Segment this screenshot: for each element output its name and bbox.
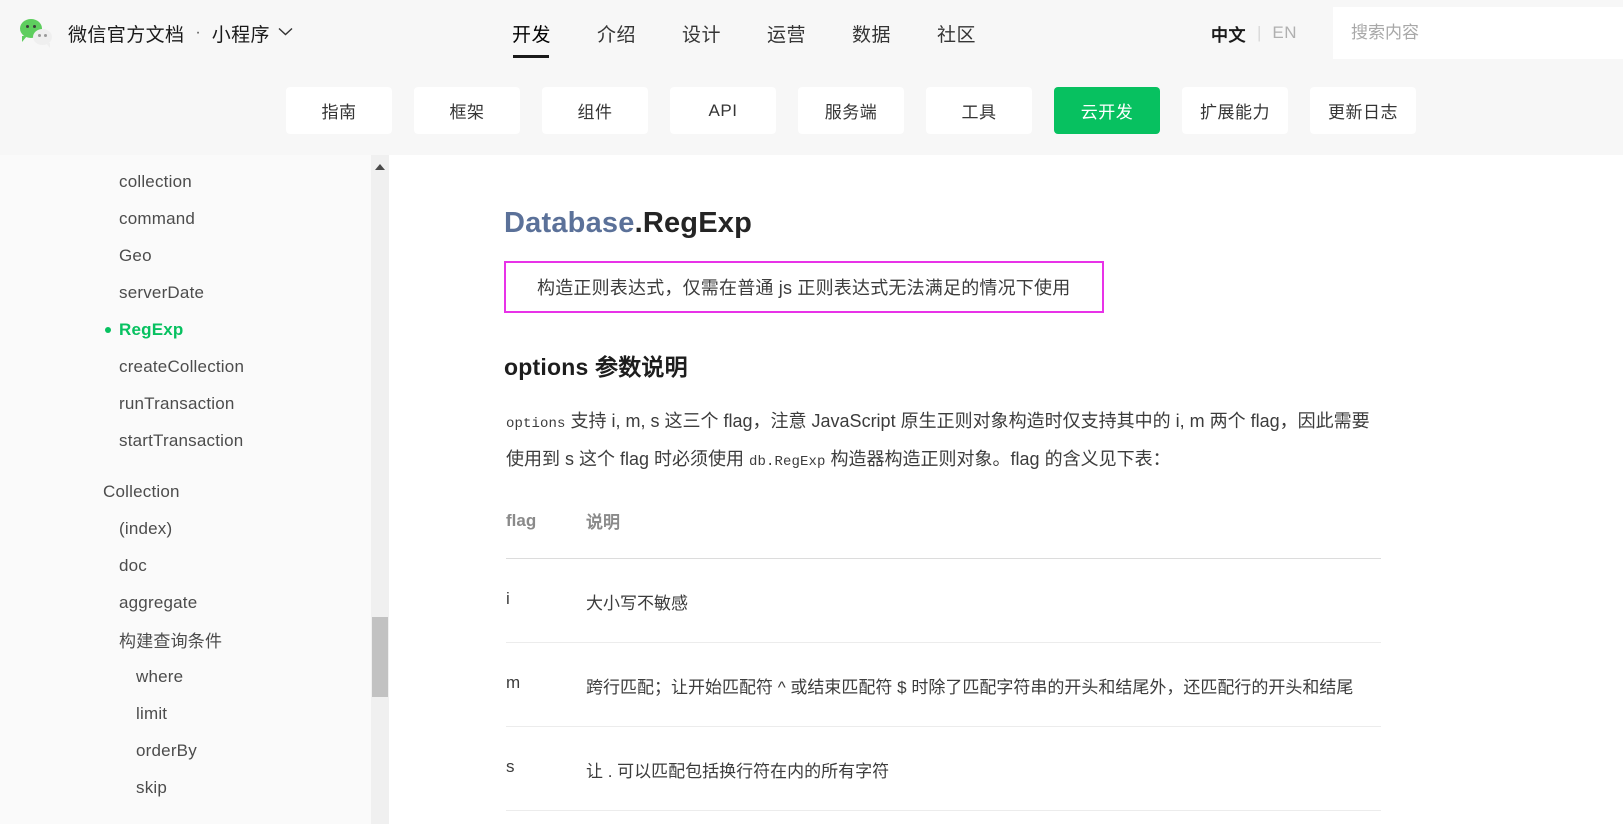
- sidebar-item-3[interactable]: serverDate: [0, 274, 389, 311]
- chevron-down-icon[interactable]: [278, 27, 293, 36]
- page-title-namespace: Database: [504, 207, 635, 239]
- main-content: Database.RegExp 构造正则表达式，仅需在普通 js 正则表达式无法…: [389, 155, 1623, 824]
- sidebar-item-label: command: [119, 208, 196, 228]
- nav-item-1[interactable]: 介绍: [574, 0, 659, 66]
- nav-item-4[interactable]: 数据: [829, 0, 914, 66]
- top-header: 微信官方文档 · 小程序 开发 介绍 设计 运营 数据 社区 中文 | EN: [0, 0, 1623, 66]
- sidebar-item-label: startTransaction: [119, 430, 244, 450]
- sidebar-item-label: RegExp: [119, 319, 184, 339]
- sidebar-item-12[interactable]: 构建查询条件: [0, 621, 389, 658]
- flags-table: flag 说明 i 大小写不敏感 m 跨行匹配；让开始匹配符 ^ 或结束匹配符 $ 时…: [506, 508, 1381, 811]
- secondary-nav: 指南 框架 组件 API 服务端 工具 云开发 扩展能力 更新日志: [0, 66, 1623, 155]
- sidebar-item-10[interactable]: doc: [0, 547, 389, 584]
- highlight-text: 构造正则表达式，仅需在普通 js 正则表达式无法满足的情况下使用: [537, 278, 1071, 298]
- table-row: i 大小写不敏感: [506, 558, 1381, 643]
- sidebar-item-5[interactable]: createCollection: [0, 348, 389, 385]
- brand-separator: ·: [195, 24, 201, 41]
- brand-subtitle[interactable]: 小程序: [212, 20, 270, 47]
- sidebar-item-label: createCollection: [119, 356, 245, 376]
- sidebar-item-label: collection: [119, 171, 192, 191]
- highlight-box: 构造正则表达式，仅需在普通 js 正则表达式无法满足的情况下使用: [504, 261, 1104, 313]
- sidebar-item-label: orderBy: [136, 740, 197, 760]
- sidebar-item-7[interactable]: startTransaction: [0, 422, 389, 459]
- sidebar-scrollbar[interactable]: [371, 155, 389, 824]
- sidebar-item-label: limit: [136, 703, 168, 723]
- search-box[interactable]: [1333, 7, 1623, 59]
- sidebar-item-8[interactable]: Collection: [0, 473, 389, 510]
- subnav-item-2[interactable]: 组件: [542, 87, 648, 134]
- sidebar-item-label: 构建查询条件: [119, 632, 223, 651]
- sidebar-item-0[interactable]: collection: [0, 163, 389, 200]
- section-paragraph: options 支持 i, m, s 这三个 flag，注意 JavaScrip…: [506, 404, 1386, 480]
- table-header-flag: flag: [506, 508, 586, 559]
- sidebar-item-label: serverDate: [119, 282, 205, 302]
- sidebar-item-label: aggregate: [119, 592, 198, 612]
- sidebar-item-11[interactable]: aggregate: [0, 584, 389, 621]
- wechat-logo-icon: [20, 18, 60, 48]
- sidebar-item-label: Geo: [119, 245, 152, 265]
- table-header-row: flag 说明: [506, 508, 1381, 559]
- lang-cn[interactable]: 中文: [1211, 21, 1246, 46]
- sidebar-item-label: runTransaction: [119, 393, 235, 413]
- sidebar-active-bullet-icon: [105, 326, 111, 333]
- sidebar-item-15[interactable]: orderBy: [0, 732, 389, 769]
- inline-code-options: options: [506, 416, 566, 432]
- inline-code-db-regexp: db.RegExp: [749, 454, 826, 470]
- lang-en[interactable]: EN: [1272, 23, 1297, 43]
- subnav-item-1[interactable]: 框架: [414, 87, 520, 134]
- scroll-up-arrow-icon[interactable]: [375, 164, 385, 170]
- nav-item-3[interactable]: 运营: [744, 0, 829, 66]
- language-switcher: 中文 | EN: [1211, 21, 1297, 46]
- lang-separator: |: [1256, 23, 1262, 42]
- table-cell-desc: 大小写不敏感: [586, 558, 1381, 643]
- sidebar-list: collection command Geo serverDate RegExp crea…: [0, 155, 389, 806]
- primary-nav: 开发 介绍 设计 运营 数据 社区: [489, 0, 999, 66]
- brand-area[interactable]: 微信官方文档 · 小程序: [0, 0, 293, 66]
- nav-item-5[interactable]: 社区: [914, 0, 999, 66]
- subnav-item-3[interactable]: API: [670, 87, 776, 134]
- table-row: s让 . 可以匹配包括换行符在内的所有字符: [506, 726, 1381, 811]
- sidebar-item-label: where: [136, 666, 184, 686]
- subnav-item-5[interactable]: 工具: [926, 87, 1032, 134]
- table-cell-desc: 让 . 可以匹配包括换行符在内的所有字符: [586, 726, 1381, 811]
- nav-item-2[interactable]: 设计: [659, 0, 744, 66]
- sidebar-scrollbar-thumb[interactable]: [372, 617, 388, 697]
- table-cell-flag: i: [506, 558, 586, 643]
- header-right: 中文 | EN: [1211, 0, 1623, 66]
- subnav-item-7[interactable]: 扩展能力: [1182, 87, 1288, 134]
- sidebar-item-13[interactable]: where: [0, 658, 389, 695]
- subnav-item-4[interactable]: 服务端: [798, 87, 904, 134]
- table-row: m 跨行匹配；让开始匹配符 ^ 或结束匹配符 $ 时除了匹配字符串的开头和结尾外，…: [506, 642, 1381, 727]
- subnav-item-8[interactable]: 更新日志: [1310, 87, 1416, 134]
- subnav-item-6[interactable]: 云开发: [1054, 87, 1160, 134]
- sidebar-item-4[interactable]: RegExp: [0, 311, 389, 348]
- table-cell-desc: 跨行匹配；让开始匹配符 ^ 或结束匹配符 $ 时除了匹配字符串的开头和结尾外，还…: [586, 642, 1381, 727]
- section-heading: options 参数说明: [504, 354, 688, 380]
- sidebar-item-16[interactable]: skip: [0, 769, 389, 806]
- sidebar-item-9[interactable]: (index): [0, 510, 389, 547]
- sidebar-item-label: skip: [136, 777, 168, 797]
- search-input[interactable]: [1351, 7, 1623, 59]
- sidebar-item-label: Collection: [103, 481, 180, 501]
- page-title-member: .RegExp: [634, 207, 752, 239]
- sidebar: collection command Geo serverDate RegExp crea…: [0, 155, 389, 824]
- sidebar-item-2[interactable]: Geo: [0, 237, 389, 274]
- sidebar-item-label: (index): [119, 518, 173, 538]
- page-body: collection command Geo serverDate RegExp crea…: [0, 155, 1623, 824]
- page-title: Database.RegExp: [504, 207, 1623, 240]
- flags-table-body: i 大小写不敏感 m 跨行匹配；让开始匹配符 ^ 或结束匹配符 $ 时除了匹配字符串的…: [506, 558, 1381, 811]
- brand-title: 微信官方文档: [68, 24, 185, 46]
- sidebar-item-14[interactable]: limit: [0, 695, 389, 732]
- paragraph-text-2: 构造器构造正则对象。flag 的含义见下表：: [825, 449, 1171, 469]
- subnav-item-0[interactable]: 指南: [286, 87, 392, 134]
- nav-item-0[interactable]: 开发: [489, 0, 574, 66]
- sidebar-item-6[interactable]: runTransaction: [0, 385, 389, 422]
- table-cell-flag: m: [506, 642, 586, 727]
- table-cell-flag: s: [506, 726, 586, 811]
- sidebar-item-label: doc: [119, 555, 148, 575]
- sidebar-item-1[interactable]: command: [0, 200, 389, 237]
- table-header-desc: 说明: [586, 508, 1381, 559]
